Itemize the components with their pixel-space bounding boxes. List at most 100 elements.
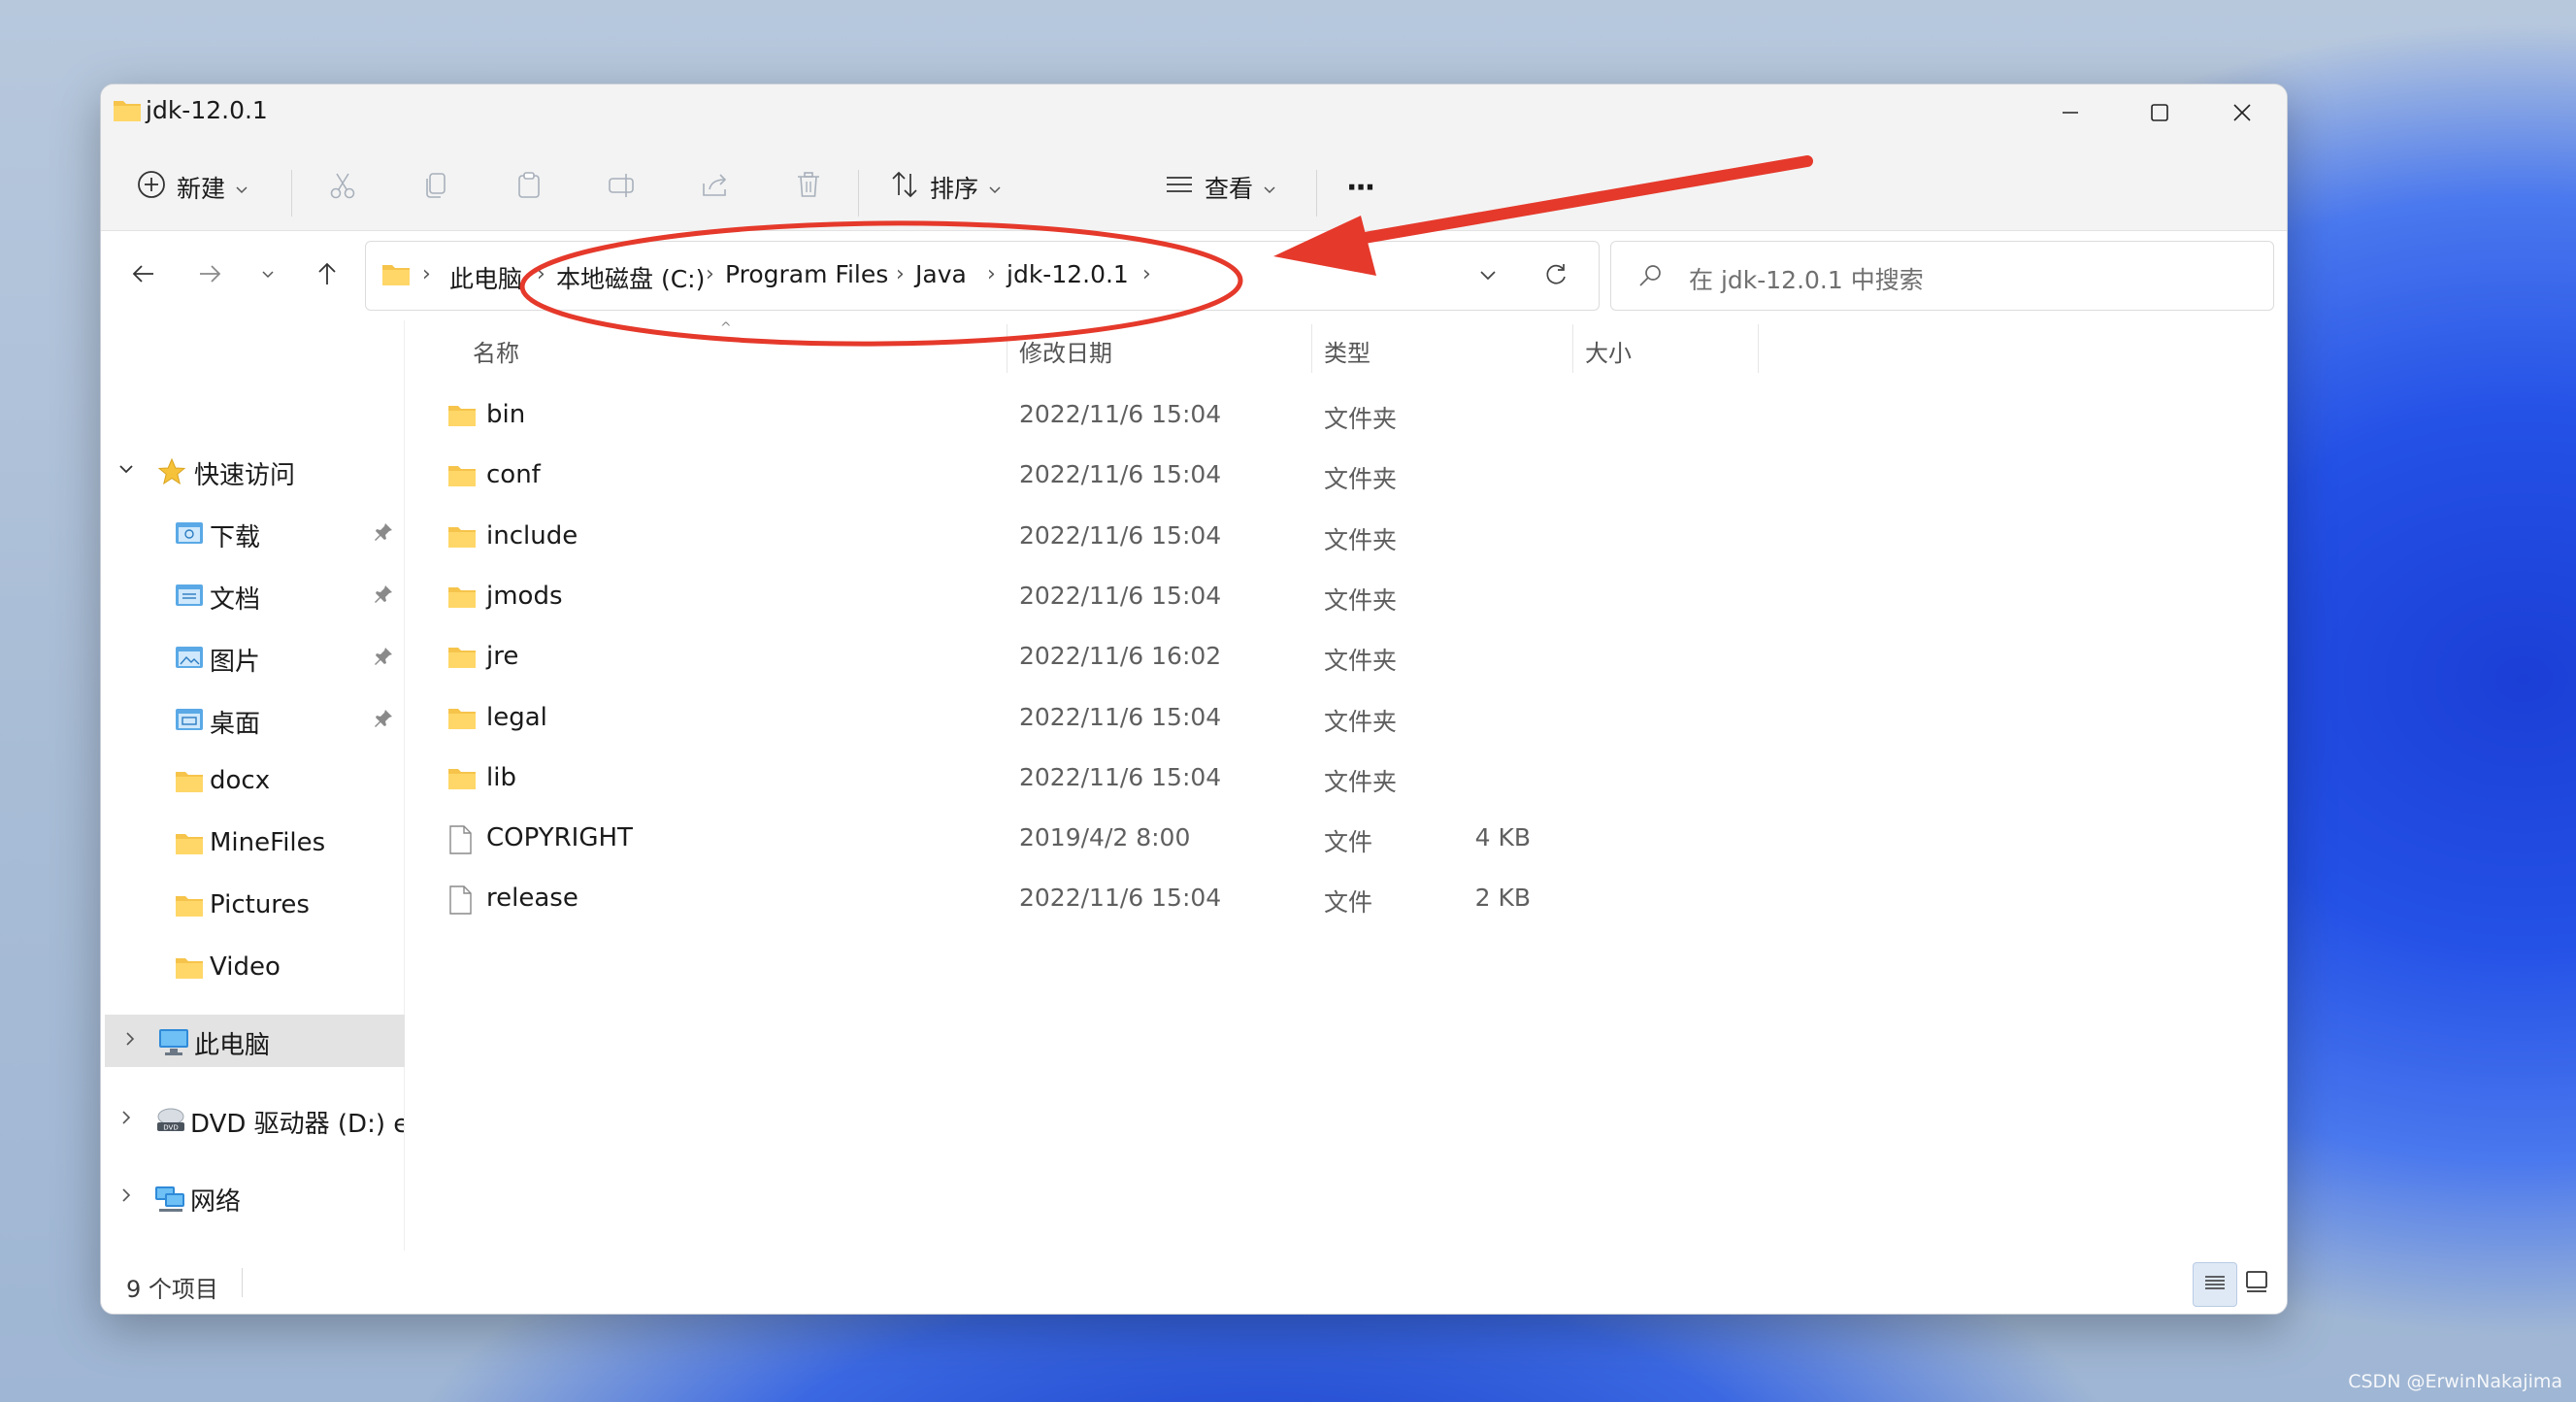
close-button[interactable] bbox=[2197, 84, 2287, 145]
sidebar-item-pictures[interactable]: 图片 bbox=[101, 631, 404, 684]
sort-caret-icon: ^ bbox=[720, 320, 732, 336]
breadcrumb-this-pc[interactable]: 此电脑 bbox=[449, 260, 522, 295]
sidebar-item-video[interactable]: Video bbox=[101, 942, 404, 994]
file-modified-date: 2022/11/6 15:04 bbox=[1019, 884, 1222, 913]
sidebar-item-downloads[interactable]: 下载 bbox=[101, 507, 404, 559]
command-bar: 新建 排序 查看 ··· bbox=[101, 145, 2287, 231]
clipboard-icon bbox=[513, 170, 545, 205]
up-button[interactable] bbox=[306, 254, 348, 297]
status-bar: 9 个项目 bbox=[101, 1251, 2287, 1314]
documents-folder-icon bbox=[175, 582, 204, 611]
file-row[interactable]: bin 2022/11/6 15:04 文件夹 bbox=[405, 386, 2249, 445]
breadcrumb-chevron-icon: › bbox=[706, 262, 714, 286]
tiles-view-icon bbox=[2244, 1269, 2269, 1298]
sort-button[interactable]: 排序 bbox=[889, 160, 1002, 215]
sidebar-item-label: 文档 bbox=[210, 585, 261, 615]
breadcrumb-local-disk[interactable]: 本地磁盘 (C:) bbox=[556, 260, 705, 295]
file-row[interactable]: jmods 2022/11/6 15:04 文件夹 bbox=[405, 568, 2249, 626]
pin-icon bbox=[373, 584, 394, 609]
breadcrumb-java[interactable]: Java bbox=[915, 260, 967, 288]
watermark-text: CSDN @ErwinNakajima bbox=[2348, 1371, 2562, 1392]
file-modified-date: 2022/11/6 15:04 bbox=[1019, 762, 1222, 791]
cut-button[interactable] bbox=[325, 170, 360, 205]
column-header-type[interactable]: 类型 bbox=[1324, 334, 1371, 368]
item-count: 9 个项目 bbox=[126, 1276, 218, 1303]
title-bar[interactable]: jdk-12.0.1 bbox=[101, 84, 2287, 145]
column-divider[interactable] bbox=[1572, 324, 1573, 373]
file-row[interactable]: conf 2022/11/6 15:04 文件夹 bbox=[405, 447, 2249, 505]
toolbar-divider bbox=[858, 170, 859, 217]
star-icon bbox=[157, 457, 186, 490]
file-type: 文件夹 bbox=[1324, 767, 1398, 796]
navigation-bar: › 此电脑 › 本地磁盘 (C:) › Program Files › Java… bbox=[101, 231, 2287, 320]
column-header-name[interactable]: 名称 bbox=[473, 334, 519, 368]
copy-button[interactable] bbox=[418, 170, 453, 205]
file-type: 文件 bbox=[1324, 828, 1373, 857]
navigation-pane: 快速访问 下载 文档 图片 桌面 docx MineFiles Pictures… bbox=[101, 320, 406, 1251]
sidebar-item-pictures-folder[interactable]: Pictures bbox=[101, 880, 404, 932]
breadcrumb-program-files[interactable]: Program Files bbox=[725, 260, 888, 288]
chevron-down-icon bbox=[1263, 174, 1276, 202]
file-row[interactable]: jre 2022/11/6 16:02 文件夹 bbox=[405, 628, 2249, 686]
file-row[interactable]: COPYRIGHT 2019/4/2 8:00 文件 4 KB bbox=[405, 810, 2249, 868]
maximize-button[interactable] bbox=[2115, 84, 2204, 145]
search-icon bbox=[1636, 263, 1664, 294]
details-view-button[interactable] bbox=[2193, 1262, 2237, 1307]
file-row[interactable]: include 2022/11/6 15:04 文件夹 bbox=[405, 508, 2249, 566]
network-icon bbox=[153, 1184, 186, 1217]
sort-label: 排序 bbox=[930, 175, 979, 203]
arrow-left-icon bbox=[131, 261, 156, 290]
file-row[interactable]: legal 2022/11/6 15:04 文件夹 bbox=[405, 689, 2249, 748]
new-button[interactable]: 新建 bbox=[136, 160, 248, 215]
sidebar-item-quick-access[interactable]: 快速访问 bbox=[101, 445, 404, 497]
column-header-modified[interactable]: 修改日期 bbox=[1019, 334, 1112, 368]
folder-icon bbox=[175, 830, 204, 859]
back-button[interactable] bbox=[122, 254, 165, 297]
status-divider bbox=[242, 1268, 243, 1297]
address-dropdown-button[interactable] bbox=[1472, 261, 1503, 292]
more-options-button[interactable]: ··· bbox=[1346, 160, 1375, 215]
sidebar-item-desktop[interactable]: 桌面 bbox=[101, 693, 404, 746]
search-box[interactable]: 在 jdk-12.0.1 中搜索 bbox=[1610, 241, 2274, 311]
recent-locations-button[interactable] bbox=[247, 254, 289, 297]
file-type: 文件夹 bbox=[1324, 525, 1398, 554]
file-type: 文件夹 bbox=[1324, 707, 1398, 736]
sidebar-item-documents[interactable]: 文档 bbox=[101, 569, 404, 621]
sidebar-item-dvd-drive[interactable]: DVD DVD 驱动器 (D:) esd bbox=[101, 1093, 404, 1146]
share-button[interactable] bbox=[698, 170, 733, 205]
file-name: bin bbox=[486, 400, 526, 429]
window-title: jdk-12.0.1 bbox=[146, 96, 268, 124]
download-folder-icon bbox=[175, 519, 204, 549]
large-icons-view-button[interactable] bbox=[2235, 1262, 2278, 1305]
share-icon bbox=[700, 170, 731, 205]
sidebar-item-label: DVD 驱动器 (D:) esd bbox=[190, 1110, 404, 1139]
sidebar-item-network[interactable]: 网络 bbox=[101, 1171, 404, 1223]
file-type: 文件夹 bbox=[1324, 465, 1398, 494]
view-button[interactable]: 查看 bbox=[1164, 160, 1276, 215]
refresh-button[interactable] bbox=[1540, 261, 1571, 292]
rename-button[interactable] bbox=[605, 170, 640, 205]
forward-button[interactable] bbox=[188, 254, 231, 297]
column-header-size[interactable]: 大小 bbox=[1585, 334, 1632, 368]
arrow-up-icon bbox=[314, 261, 340, 290]
breadcrumb-chevron-icon: › bbox=[987, 262, 996, 286]
file-row[interactable]: lib 2022/11/6 15:04 文件夹 bbox=[405, 750, 2249, 808]
address-bar[interactable]: › 此电脑 › 本地磁盘 (C:) › Program Files › Java… bbox=[365, 241, 1600, 311]
minimize-button[interactable] bbox=[2026, 84, 2115, 145]
file-name: include bbox=[486, 520, 578, 551]
file-size: 4 KB bbox=[1474, 823, 1531, 852]
chevron-right-icon bbox=[120, 1029, 140, 1054]
delete-button[interactable] bbox=[791, 170, 826, 205]
sidebar-item-docx[interactable]: docx bbox=[101, 755, 404, 808]
sidebar-item-this-pc[interactable]: 此电脑 bbox=[105, 1015, 406, 1067]
folder-icon bbox=[447, 402, 477, 431]
column-divider[interactable] bbox=[1311, 324, 1312, 373]
column-divider[interactable] bbox=[1758, 324, 1759, 373]
sidebar-item-minefiles[interactable]: MineFiles bbox=[101, 818, 404, 870]
paste-button[interactable] bbox=[512, 170, 546, 205]
sidebar-item-label: 桌面 bbox=[210, 710, 261, 739]
folder-icon bbox=[447, 462, 477, 491]
file-row[interactable]: release 2022/11/6 15:04 文件 2 KB bbox=[405, 870, 2249, 928]
breadcrumb-jdk[interactable]: jdk-12.0.1 bbox=[1007, 260, 1129, 288]
sidebar-item-label: Video bbox=[210, 952, 281, 982]
